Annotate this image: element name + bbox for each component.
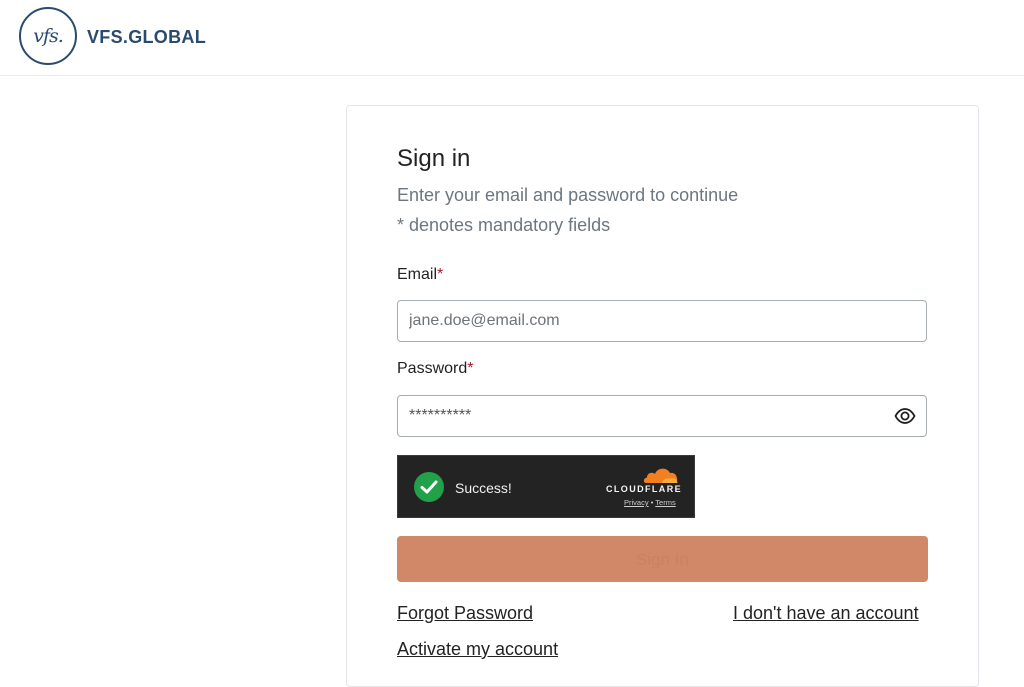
terms-link[interactable]: Terms [655, 498, 675, 507]
password-label: Password* [397, 360, 473, 378]
email-field-box [397, 300, 927, 342]
password-field-box [397, 395, 927, 437]
activate-account-link[interactable]: Activate my account [397, 639, 558, 660]
logo-mark: vfs. [33, 25, 64, 47]
site-header: vfs. VFS.GLOBAL [0, 0, 1024, 76]
email-label: Email* [397, 266, 443, 284]
email-label-text: Email [397, 266, 438, 283]
password-label-text: Password [397, 360, 468, 377]
checkmark-icon [414, 472, 444, 502]
required-marker: * [437, 266, 444, 283]
password-field[interactable] [409, 396, 879, 436]
mandatory-note: * denotes mandatory fields [397, 215, 611, 235]
brand-name[interactable]: VFS.GLOBAL [87, 27, 206, 48]
page-title: Sign in [397, 145, 471, 172]
sign-in-button[interactable]: Sign In [397, 536, 928, 582]
cloudflare-captcha: Success! CLOUDFLARE Privacy • Terms [397, 455, 695, 518]
captcha-status: Success! [455, 480, 512, 496]
eye-icon[interactable] [894, 406, 916, 426]
captcha-links: Privacy • Terms [624, 498, 676, 507]
links-separator: • [650, 498, 654, 507]
page-subtitle: Enter your email and password to continu… [397, 185, 739, 205]
forgot-password-link[interactable]: Forgot Password [397, 603, 533, 624]
vfs-logo[interactable]: vfs. [19, 7, 77, 65]
required-marker: * [467, 360, 474, 377]
email-field[interactable] [409, 301, 879, 341]
no-account-link[interactable]: I don't have an account [733, 603, 919, 624]
cloudflare-wordmark: CLOUDFLARE [606, 484, 682, 494]
privacy-link[interactable]: Privacy [624, 498, 649, 507]
